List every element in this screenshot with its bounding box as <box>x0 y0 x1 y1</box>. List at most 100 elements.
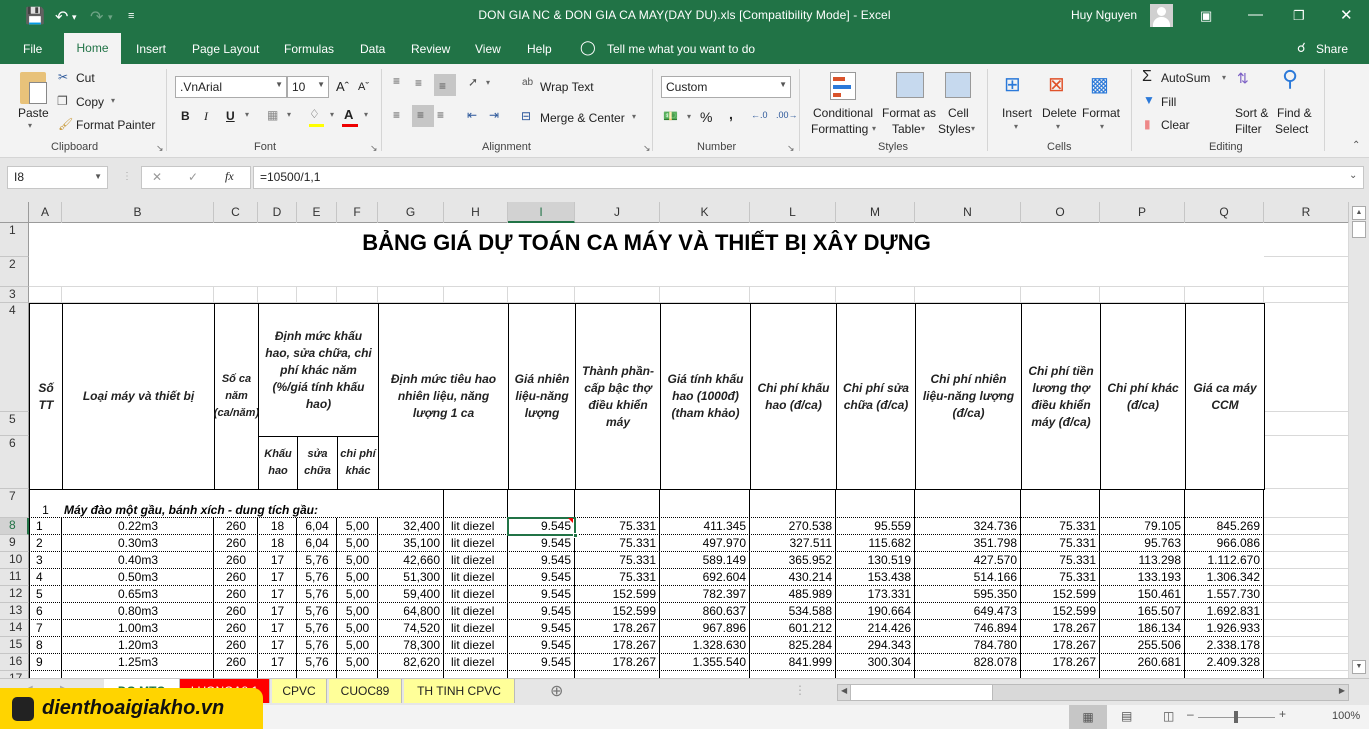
cell-m9[interactable]: 115.682 <box>836 535 915 552</box>
row-header-12[interactable]: 12 <box>0 586 29 603</box>
h-scroll-thumb[interactable] <box>850 685 993 700</box>
cell-j11[interactable]: 75.331 <box>575 569 660 586</box>
underline-button[interactable]: U <box>226 109 235 123</box>
cell-f16[interactable]: 5,00 <box>337 654 378 671</box>
tab-review[interactable]: Review <box>411 42 450 56</box>
conditional-dropdown-icon[interactable]: ▾ <box>872 124 876 133</box>
cell-c16[interactable]: 260 <box>214 654 258 671</box>
format-painter-button[interactable]: Format Painter <box>76 118 155 132</box>
cell-m10[interactable]: 130.519 <box>836 552 915 569</box>
tell-me-search[interactable]: Tell me what you want to do <box>607 42 755 56</box>
cell-b12[interactable]: 0.65m3 <box>62 586 214 603</box>
autosum-dropdown-icon[interactable]: ▾ <box>1222 73 1226 82</box>
fill-color-dropdown-icon[interactable]: ▾ <box>330 110 334 119</box>
clipboard-launcher-icon[interactable]: ↘ <box>156 143 164 154</box>
scroll-left-icon[interactable]: ◀ <box>841 686 847 695</box>
cell-p13[interactable]: 165.507 <box>1100 603 1185 620</box>
bold-button[interactable]: B <box>181 109 190 123</box>
cell-l15[interactable]: 825.284 <box>750 637 836 654</box>
align-top-icon[interactable]: ≡ <box>393 74 400 88</box>
copy-dropdown-icon[interactable]: ▾ <box>111 96 115 105</box>
cell-f13[interactable]: 5,00 <box>337 603 378 620</box>
cell-k8[interactable]: 411.345 <box>660 518 750 535</box>
cell-h8[interactable]: lit diezel <box>444 518 508 535</box>
user-name[interactable]: Huy Nguyen <box>1071 8 1137 22</box>
increase-font-icon[interactable]: Aˆ <box>336 79 349 94</box>
cell-d8[interactable]: 18 <box>258 518 297 535</box>
tab-help[interactable]: Help <box>527 42 552 56</box>
accounting-dropdown-icon[interactable]: ▾ <box>687 112 691 121</box>
cell-k12[interactable]: 782.397 <box>660 586 750 603</box>
font-color-dropdown-icon[interactable]: ▾ <box>364 110 368 119</box>
insert-function-icon[interactable]: fx <box>225 169 234 184</box>
column-header-e[interactable]: E <box>297 202 337 223</box>
cell-b9[interactable]: 0.30m3 <box>62 535 214 552</box>
scroll-up-icon[interactable]: ▲ <box>1352 206 1366 220</box>
cell-q11[interactable]: 1.306.342 <box>1185 569 1264 586</box>
tab-view[interactable]: View <box>475 42 501 56</box>
align-left-icon[interactable]: ≡ <box>393 108 400 122</box>
cell-q10[interactable]: 1.112.670 <box>1185 552 1264 569</box>
cell-p15[interactable]: 255.506 <box>1100 637 1185 654</box>
find-select-button[interactable]: Find & <box>1277 106 1312 120</box>
column-header-l[interactable]: L <box>750 202 836 223</box>
cell-p14[interactable]: 186.134 <box>1100 620 1185 637</box>
orientation-icon[interactable]: ➚ <box>468 75 478 89</box>
cell-i12[interactable]: 9.545 <box>508 586 575 603</box>
cell-m11[interactable]: 153.438 <box>836 569 915 586</box>
cell-l11[interactable]: 430.214 <box>750 569 836 586</box>
cell-e14[interactable]: 5,76 <box>297 620 337 637</box>
cell-e11[interactable]: 5,76 <box>297 569 337 586</box>
ribbon-display-icon[interactable]: ▣ <box>1200 8 1212 24</box>
row-header-4[interactable]: 4 <box>0 303 29 412</box>
tab-insert[interactable]: Insert <box>136 42 166 56</box>
sheet-tab-th-tinh-cpvc[interactable]: TH TINH CPVC <box>404 679 515 703</box>
cell-e10[interactable]: 5,76 <box>297 552 337 569</box>
font-name-select[interactable]: .VnArial ▼ <box>175 76 287 98</box>
cell-p8[interactable]: 79.105 <box>1100 518 1185 535</box>
cell-c13[interactable]: 260 <box>214 603 258 620</box>
cell-d14[interactable]: 17 <box>258 620 297 637</box>
cell-m14[interactable]: 214.426 <box>836 620 915 637</box>
percent-style-button[interactable]: % <box>700 109 712 125</box>
cell-g13[interactable]: 64,800 <box>378 603 444 620</box>
format-as-table-button[interactable]: Format as <box>882 106 936 120</box>
cell-b10[interactable]: 0.40m3 <box>62 552 214 569</box>
column-header-f[interactable]: F <box>337 202 378 223</box>
zoom-out-icon[interactable]: – <box>1187 707 1194 721</box>
cell-i9[interactable]: 9.545 <box>508 535 575 552</box>
cell-k10[interactable]: 589.149 <box>660 552 750 569</box>
expand-formula-icon[interactable]: ⌄ <box>1349 170 1357 181</box>
column-header-j[interactable]: J <box>575 202 660 223</box>
column-header-o[interactable]: O <box>1021 202 1100 223</box>
cell-h9[interactable]: lit diezel <box>444 535 508 552</box>
cell-k16[interactable]: 1.355.540 <box>660 654 750 671</box>
page-layout-view-icon[interactable]: ▤ <box>1121 709 1132 723</box>
cell-d10[interactable]: 17 <box>258 552 297 569</box>
cell-b13[interactable]: 0.80m3 <box>62 603 214 620</box>
cell-q15[interactable]: 2.338.178 <box>1185 637 1264 654</box>
formula-input[interactable]: =10500/1,1 <box>253 166 1364 189</box>
zoom-in-icon[interactable]: + <box>1279 707 1286 721</box>
cell-i15[interactable]: 9.545 <box>508 637 575 654</box>
cell-f12[interactable]: 5,00 <box>337 586 378 603</box>
column-header-k[interactable]: K <box>660 202 750 223</box>
cell-o8[interactable]: 75.331 <box>1021 518 1100 535</box>
enter-icon[interactable]: ✓ <box>188 170 198 184</box>
cell-styles-dropdown-icon[interactable]: ▾ <box>971 124 975 133</box>
format-dropdown-icon[interactable]: ▾ <box>1100 122 1104 131</box>
sheet-tab-cuoc89[interactable]: CUOC89 <box>329 679 402 703</box>
accounting-format-icon[interactable]: 💵 <box>663 109 678 123</box>
row-header-16[interactable]: 16 <box>0 654 29 671</box>
cell-a16[interactable]: 9 <box>29 654 62 671</box>
fill-button[interactable]: Fill <box>1161 95 1176 109</box>
cell-o15[interactable]: 178.267 <box>1021 637 1100 654</box>
cell-b14[interactable]: 1.00m3 <box>62 620 214 637</box>
zoom-level[interactable]: 100% <box>1332 710 1360 722</box>
tab-page-layout[interactable]: Page Layout <box>192 42 259 56</box>
cell-i16[interactable]: 9.545 <box>508 654 575 671</box>
column-header-c[interactable]: C <box>214 202 258 223</box>
cell-n9[interactable]: 351.798 <box>915 535 1021 552</box>
cell-e15[interactable]: 5,76 <box>297 637 337 654</box>
cell-o14[interactable]: 178.267 <box>1021 620 1100 637</box>
